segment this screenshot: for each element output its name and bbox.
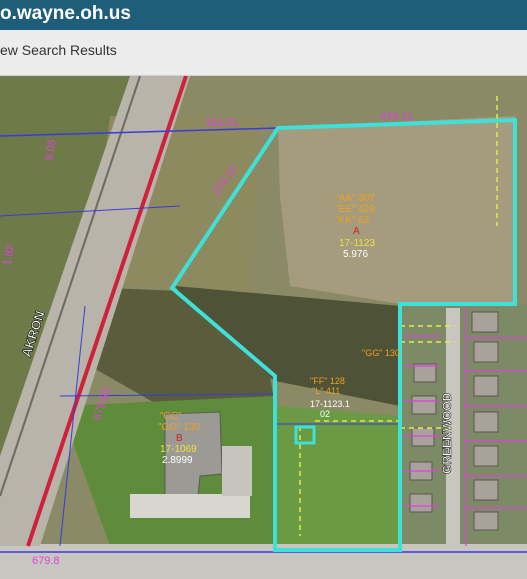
parcel-east-code: "GG" 130 [362,348,400,358]
dim-label-top-left: 162.01 [205,117,239,129]
parcel-main-acres: 5.976 [343,249,368,260]
street-label-greenwood: GREENWOOD [440,392,455,474]
parcel-left-letter: B [176,433,183,444]
bottom-road [0,544,527,579]
parcel-main-code-3: "KK" 62 [335,215,370,226]
driveway-left [222,446,252,496]
map-canvas[interactable]: AKRON GREENWOOD 162.01 476.11 274.12 9.0… [0,76,527,579]
view-search-results-link[interactable]: ew Search Results [0,42,117,58]
parcel-left-acres: 2.8999 [162,455,193,466]
app-header: o.wayne.oh.us [0,0,527,30]
parcel-main-id: 17-1123 [339,238,375,249]
parcel-left-code-2: "GG" 130 [158,422,201,433]
parcel-left-code-1: "CC" [160,411,182,422]
parcel-main-letter: A [353,226,360,237]
dim-label-top-right: 476.11 [380,111,413,123]
parcel-left-id: 17-1069 [160,444,197,455]
lawn-area-center [275,406,400,546]
site-title: o.wayne.oh.us [0,3,131,24]
parcel-center-code-1: "FF" 128 [310,376,345,386]
dim-label-bottom: 679.8 [32,555,60,567]
parcel-center-id: 17-1123.1 [310,399,350,409]
parcel-center-code-2: "L" 411 [312,386,340,396]
results-toolbar: ew Search Results [0,30,527,76]
parcel-center-acres: 02 [320,409,330,419]
parcel-main-code-2: "EE" 429 [335,204,375,215]
aerial-parcel-map[interactable]: AKRON GREENWOOD 162.01 476.11 274.12 9.0… [0,76,527,579]
parcel-main-code-1: "AA" 307 [335,193,375,204]
svg-text:GREENWOOD: GREENWOOD [440,392,454,474]
cleared-field [278,116,515,306]
paved-lot [130,494,250,518]
